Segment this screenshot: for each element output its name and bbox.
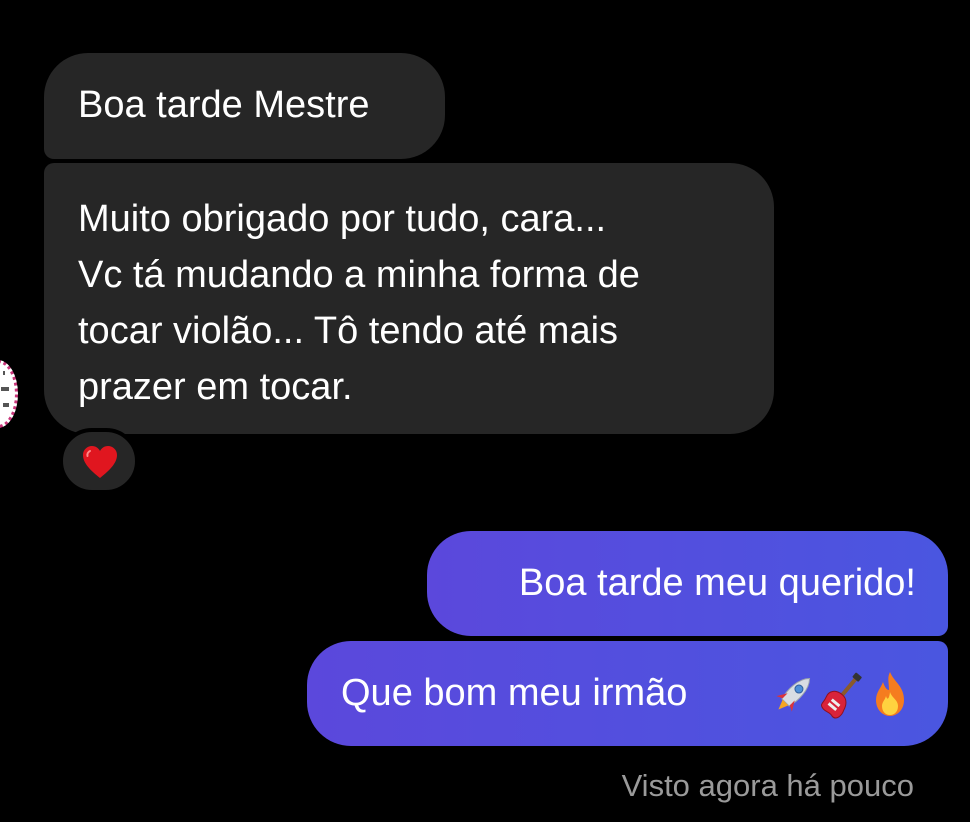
- message-reaction[interactable]: [59, 428, 139, 494]
- message-text: Boa tarde meu querido!: [518, 562, 916, 604]
- fire-icon: [876, 672, 904, 716]
- rocket-icon: [776, 677, 811, 712]
- contact-avatar[interactable]: [0, 360, 18, 428]
- avatar-detail: [3, 403, 9, 407]
- heart-icon: [83, 446, 117, 478]
- emoji-group: [772, 669, 910, 719]
- avatar-detail: [1, 387, 9, 391]
- chat-screen: Boa tarde Mestre Muito obrigado por tudo…: [0, 0, 970, 822]
- message-text: Que bom meu irmão: [341, 672, 688, 714]
- incoming-message-bubble[interactable]: Boa tarde Mestre: [44, 53, 445, 159]
- seen-status: Visto agora há pouco: [621, 768, 914, 803]
- outgoing-message-bubble[interactable]: Boa tarde meu querido!: [427, 531, 948, 636]
- avatar-detail: [3, 371, 5, 375]
- message-text-line: Muito obrigado por tudo, cara...: [78, 198, 607, 240]
- incoming-message-bubble[interactable]: Muito obrigado por tudo, cara... Vc tá m…: [44, 163, 774, 434]
- electric-guitar-icon: [820, 672, 862, 719]
- message-text-line: prazer em tocar.: [78, 366, 353, 408]
- message-text: Boa tarde Mestre: [78, 84, 370, 126]
- outgoing-message-bubble[interactable]: Que bom meu irmão: [307, 641, 948, 746]
- message-text-line: tocar violão... Tô tendo até mais: [78, 310, 619, 352]
- message-text-line: Vc tá mudando a minha forma de: [78, 254, 640, 296]
